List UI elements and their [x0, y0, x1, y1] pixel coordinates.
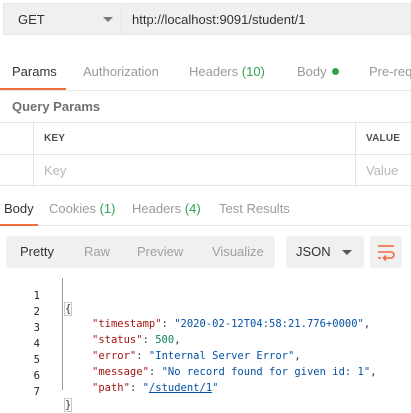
tab-label: Body	[4, 201, 34, 216]
query-params-title: Query Params	[12, 99, 101, 114]
tab-headers[interactable]: Headers (10)	[189, 64, 265, 79]
tab-test-results[interactable]: Test Results	[219, 201, 290, 216]
method-label: GET	[18, 12, 45, 27]
tab-cookies[interactable]: Cookies (1)	[49, 201, 115, 216]
tab-label: Headers	[189, 64, 239, 79]
value-placeholder: Value	[366, 163, 399, 178]
method-select[interactable]: GET	[3, 3, 122, 35]
key-column-header: KEY	[34, 123, 356, 154]
chevron-down-icon	[342, 250, 352, 255]
code-line: 4 "error": "Internal Server Error",	[0, 326, 411, 362]
url-text: http://localhost:9091/student/1	[132, 12, 306, 27]
code-line: 6 "path": "/student/1"	[0, 358, 411, 394]
tab-response-headers[interactable]: Headers (4)	[132, 201, 201, 216]
view-pretty-button[interactable]: Pretty	[20, 244, 54, 259]
response-tabs: Body Cookies (1) Headers (4) Test Result…	[0, 192, 411, 226]
tab-label: Params	[12, 64, 57, 79]
request-bar: GET http://localhost:9091/student/1	[0, 0, 411, 40]
tab-label: Body	[297, 64, 327, 79]
checkbox-column	[0, 123, 34, 154]
tab-authorization[interactable]: Authorization	[83, 64, 159, 79]
tab-count: (1)	[99, 201, 116, 216]
code-line: 3 "status": 500,	[0, 310, 411, 346]
key-header: KEY	[44, 133, 66, 144]
wrap-lines-icon	[378, 245, 395, 262]
tab-label: Pre-req	[369, 64, 411, 79]
code-line: 1 {	[0, 278, 411, 316]
tab-label: Headers	[132, 201, 182, 216]
status-dot-icon	[331, 68, 339, 75]
table-row: Key Value	[0, 155, 411, 187]
url-input[interactable]: http://localhost:9091/student/1	[122, 3, 411, 35]
tab-body[interactable]: Body	[297, 64, 339, 79]
code-text: }	[64, 398, 73, 412]
request-tabs: Params Authorization Headers (10) Body P…	[0, 52, 411, 90]
key-input[interactable]: Key	[34, 155, 356, 187]
tab-pre-request[interactable]: Pre-req	[369, 64, 411, 79]
value-header: VALUE	[366, 133, 401, 144]
line-number: 7	[33, 386, 40, 398]
value-column-header: VALUE	[356, 123, 411, 154]
tab-count: (4)	[184, 201, 201, 216]
value-input[interactable]: Value	[356, 155, 411, 187]
tab-count: (10)	[241, 64, 265, 79]
tab-response-body[interactable]: Body	[4, 201, 34, 216]
close-brace: }	[64, 398, 73, 412]
tab-label: Cookies	[49, 201, 96, 216]
tab-label: Test Results	[219, 201, 290, 216]
active-tab-indicator	[0, 224, 38, 226]
wrap-lines-button[interactable]	[370, 236, 402, 268]
code-line: 7 }	[0, 374, 411, 412]
divider	[0, 90, 411, 91]
view-raw-button[interactable]: Raw	[84, 244, 110, 259]
code-line: 2 "timestamp": "2020-02-12T04:58:21.776+…	[0, 294, 411, 330]
query-params-table: KEY VALUE Key Value	[0, 122, 411, 187]
table-header-row: KEY VALUE	[0, 123, 411, 155]
chevron-down-icon	[103, 17, 113, 22]
key-placeholder: Key	[44, 163, 67, 178]
format-label: JSON	[296, 244, 331, 259]
view-visualize-button[interactable]: Visualize	[212, 244, 264, 259]
code-line: 5 "message": "No record found for given …	[0, 342, 411, 378]
row-checkbox-cell	[0, 155, 34, 187]
view-mode-group: Pretty Raw Preview Visualize	[6, 236, 275, 268]
format-select[interactable]: JSON	[286, 236, 364, 268]
tab-params[interactable]: Params	[12, 64, 57, 79]
tab-label: Authorization	[83, 64, 159, 79]
view-preview-button[interactable]: Preview	[137, 244, 183, 259]
